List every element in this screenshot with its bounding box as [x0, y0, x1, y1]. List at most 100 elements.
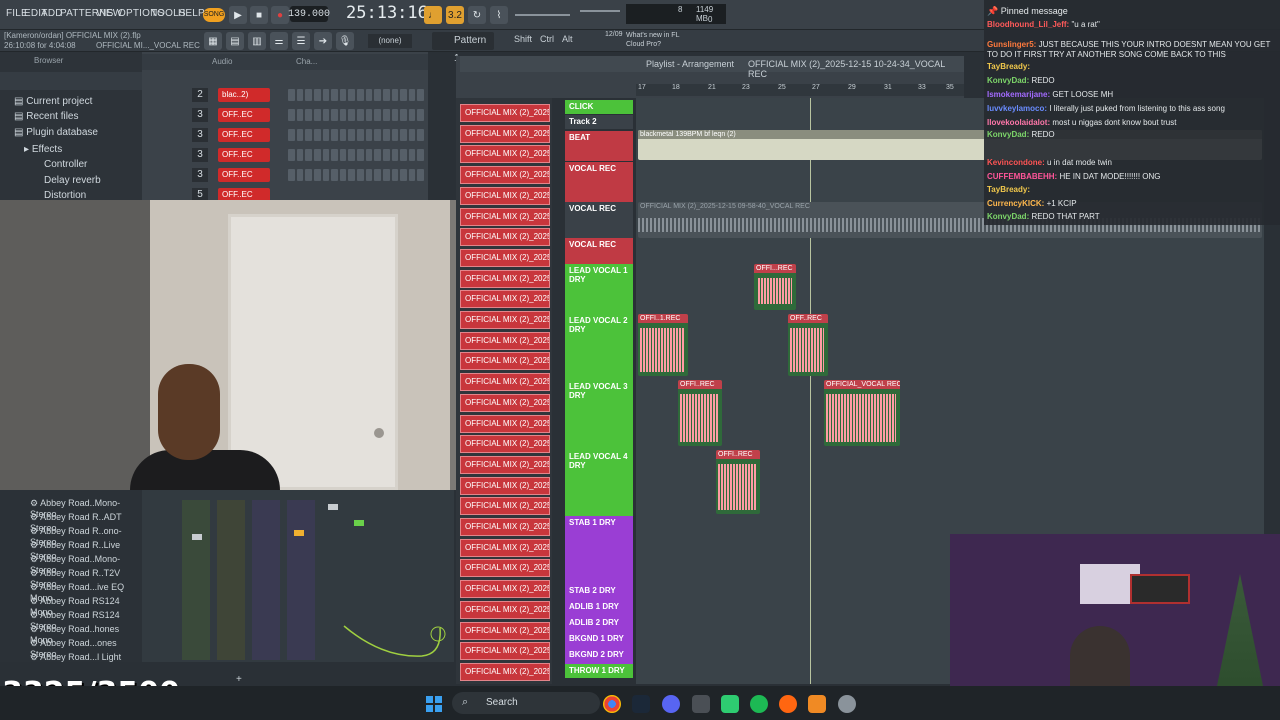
pattern-item[interactable]: OFFICIAL MIX (2)_2025-1.. [460, 207, 550, 226]
windows-start-icon[interactable] [426, 696, 442, 712]
pattern-item[interactable]: OFFICIAL MIX (2)_2025-1.. [460, 497, 550, 516]
channel-name-button[interactable]: OFF..EC [218, 128, 270, 142]
arrow-icon[interactable]: ➔ [314, 32, 332, 50]
step-sequencer[interactable] [288, 169, 424, 181]
pattern-item[interactable]: OFFICIAL MIX (2)_2025-1.. [460, 145, 550, 164]
channel-rack-icon[interactable]: ▥ [248, 32, 266, 50]
pattern-selector[interactable]: Pattern 1 [432, 32, 494, 64]
track-header[interactable]: CLICK [565, 100, 633, 114]
pattern-item[interactable]: OFFICIAL MIX (2)_2025-1.. [460, 248, 550, 267]
track-header[interactable]: LEAD VOCAL 3 DRY [565, 380, 633, 450]
tree-effects[interactable]: ▸ Effects [24, 144, 62, 155]
discord-icon[interactable] [662, 695, 680, 713]
pattern-item[interactable]: OFFICIAL MIX (2)_2025-1.. [460, 580, 550, 599]
taskbar-search[interactable]: ⌕ Search [452, 692, 600, 714]
alt-key[interactable]: Alt [562, 34, 573, 44]
app-icon[interactable] [721, 695, 739, 713]
audio-clip[interactable]: OFFICIAL_VOCAL REC [824, 380, 900, 446]
app-icon[interactable] [692, 695, 710, 713]
stop-button[interactable]: ■ [250, 6, 268, 24]
pattern-item[interactable]: OFFICIAL MIX (2)_2025-1.. [460, 290, 550, 309]
pattern-item[interactable]: OFFICIAL MIX (2)_2025-1.. [460, 186, 550, 205]
channel-row[interactable]: 3 OFF..EC [148, 108, 424, 125]
audio-clip[interactable]: OFFI..REC [678, 380, 722, 446]
track-header[interactable]: VOCAL REC [565, 202, 633, 238]
track-header[interactable]: ADLIB 1 DRY [565, 600, 633, 616]
channel-row[interactable]: 3 OFF..EC [148, 168, 424, 185]
mixer-icon[interactable]: ⚌ [270, 32, 288, 50]
ctrl-key[interactable]: Ctrl [540, 34, 554, 44]
play-button[interactable]: ▶ [229, 6, 247, 24]
news-text[interactable]: What's new in FL Cloud Pro? [626, 31, 696, 49]
pattern-item[interactable]: OFFICIAL MIX (2)_2025-1.. [460, 269, 550, 288]
mixer-strip[interactable] [217, 500, 245, 660]
tree-current-project[interactable]: ▤ Current project [14, 96, 92, 107]
track-header[interactable]: BKGND 1 DRY [565, 632, 633, 648]
track-header[interactable]: VOCAL REC [565, 162, 633, 202]
track-header[interactable]: LEAD VOCAL 1 DRY [565, 264, 633, 314]
step-sequencer[interactable] [288, 129, 424, 141]
mixer-strip[interactable] [182, 500, 210, 660]
channel-name-button[interactable]: OFF..EC [218, 168, 270, 182]
tree-recent-files[interactable]: ▤ Recent files [14, 111, 78, 122]
master-pitch-slider[interactable] [580, 10, 620, 12]
pattern-item[interactable]: OFFICIAL MIX (2)_2025-1.. [460, 455, 550, 474]
track-header[interactable]: Track 2 [565, 115, 633, 129]
playlist-icon[interactable]: ▦ [204, 32, 222, 50]
mixer-strip[interactable] [287, 500, 315, 660]
tree-delay-reverb[interactable]: Delay reverb [44, 175, 101, 186]
fader-handle[interactable] [192, 534, 202, 540]
master-volume-slider[interactable] [515, 14, 570, 16]
track-header[interactable]: LEAD VOCAL 2 DRY [565, 314, 633, 380]
pattern-item[interactable]: OFFICIAL MIX (2)_2025-1.. [460, 414, 550, 433]
record-button[interactable]: ● [271, 6, 289, 24]
fader-handle[interactable] [328, 504, 338, 510]
none-selector[interactable]: (none) [368, 34, 412, 48]
pattern-item[interactable]: OFFICIAL MIX (2)_2025-1.. [460, 518, 550, 536]
fader-handle[interactable] [354, 520, 364, 526]
step-edit-icon[interactable]: ⌇ [490, 6, 508, 24]
channel-name-button[interactable]: OFF..EC [218, 148, 270, 162]
track-header[interactable]: BKGND 2 DRY [565, 648, 633, 664]
track-header[interactable]: STAB 2 DRY [565, 584, 633, 600]
channel-row[interactable]: 3 OFF..EC [148, 128, 424, 145]
firefox-icon[interactable] [779, 695, 797, 713]
pattern-item[interactable]: OFFICIAL MIX (2)_2025-1.. [460, 600, 550, 619]
track-header[interactable]: STAB 1 DRY [565, 516, 633, 584]
pattern-item[interactable]: OFFICIAL MIX (2)_2025-1.. [460, 662, 550, 681]
shift-key[interactable]: Shift [514, 34, 532, 44]
channel-name-button[interactable]: OFF..EC [218, 108, 270, 122]
tempo-display[interactable]: 139.000 [288, 6, 330, 22]
pattern-item[interactable]: OFFICIAL MIX (2)_2025-1.. [460, 642, 550, 661]
pattern-item[interactable]: OFFICIAL MIX (2)_2025-1.. [460, 104, 550, 122]
steam-icon[interactable] [632, 695, 650, 713]
settings-icon[interactable] [838, 695, 856, 713]
step-sequencer[interactable] [288, 89, 424, 101]
step-sequencer[interactable] [288, 149, 424, 161]
browser-icon[interactable]: ☰ [292, 32, 310, 50]
pattern-item[interactable]: OFFICIAL MIX (2)_2025-1.. [460, 352, 550, 371]
channel-row[interactable]: 2 blac..2) [148, 88, 424, 105]
pattern-item[interactable]: OFFICIAL MIX (2)_2025-1.. [460, 621, 550, 640]
loop-record-icon[interactable]: ↻ [468, 6, 486, 24]
pattern-item[interactable]: OFFICIAL MIX (2)_2025-1.. [460, 538, 550, 557]
track-header[interactable]: VOCAL REC [565, 238, 633, 264]
add-icon[interactable]: + [236, 674, 242, 685]
audio-clip[interactable]: OFFI..REC [716, 450, 760, 514]
plugin-item[interactable]: ⚙ Abbey Road...l Light Mono [30, 652, 142, 662]
fader-handle[interactable] [294, 530, 304, 536]
pattern-item[interactable]: OFFICIAL MIX (2)_2025-1.. [460, 393, 550, 412]
tree-controller[interactable]: Controller [44, 159, 87, 170]
mixer-strip[interactable] [252, 500, 280, 660]
pattern-item[interactable]: OFFICIAL MIX (2)_2025-1.. [460, 476, 550, 495]
pattern-item[interactable]: OFFICIAL MIX (2)_2025-1.. [460, 228, 550, 247]
pattern-item[interactable]: OFFICIAL MIX (2)_2025-1.. [460, 124, 550, 143]
track-header[interactable]: LEAD VOCAL 4 DRY [565, 450, 633, 516]
menu-help[interactable]: HELP [178, 8, 205, 19]
audio-clip[interactable]: OFFI...REC [754, 264, 796, 310]
track-header[interactable]: THROW 1 DRY [565, 664, 633, 678]
step-sequencer[interactable] [288, 109, 424, 121]
tree-plugin-database[interactable]: ▤ Plugin database [14, 127, 98, 138]
wait-input-icon[interactable]: 3.2 [446, 6, 464, 24]
pattern-item[interactable]: OFFICIAL MIX (2)_2025-1.. [460, 166, 550, 185]
